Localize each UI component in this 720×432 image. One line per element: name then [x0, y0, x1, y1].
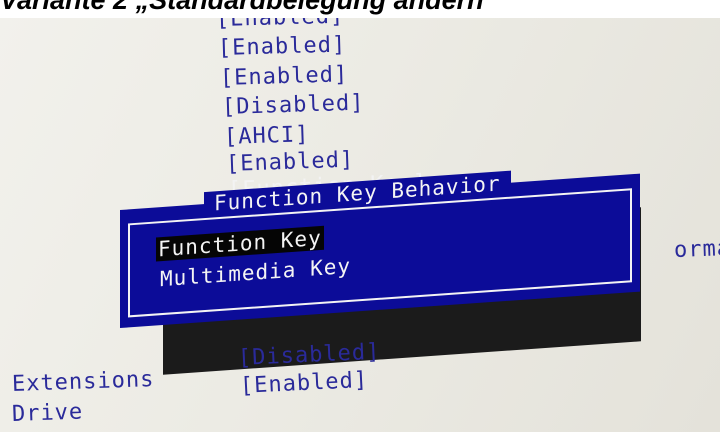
setting-value-enabled-5[interactable]: [Enabled]: [239, 368, 368, 399]
setting-label-extensions: Extensions: [11, 367, 155, 397]
clipped-right-text: ormall: [673, 235, 720, 263]
setting-value-disabled-2[interactable]: [Disabled]: [237, 340, 380, 371]
setting-label-drive: Drive: [11, 399, 84, 427]
setting-value-enabled-2[interactable]: [Enabled]: [218, 32, 347, 61]
bios-screen-photo: Variante 2 „Standardbelegung ändern“ [En…: [0, 0, 720, 432]
page-caption: Variante 2 „Standardbelegung ändern“: [0, 0, 720, 18]
setting-value-disabled-1[interactable]: [Disabled]: [222, 91, 365, 120]
setting-value-ahci[interactable]: [AHCI]: [224, 122, 310, 150]
setting-value-enabled-4[interactable]: [Enabled]: [226, 148, 355, 177]
setting-value-enabled-3[interactable]: [Enabled]: [220, 62, 349, 91]
